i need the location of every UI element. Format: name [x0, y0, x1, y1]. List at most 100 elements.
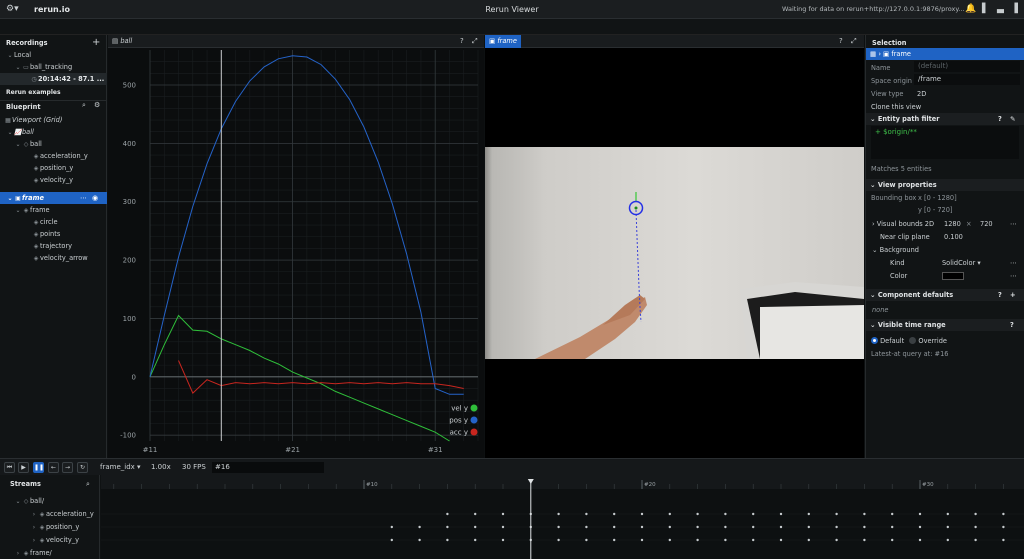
rerun-examples[interactable]: Rerun examples [0, 87, 107, 99]
radio-default-label[interactable]: Default [880, 337, 904, 345]
visible-time-range-header[interactable]: ⌄ Visible time range? [866, 319, 1024, 331]
entity-filter-header[interactable]: ⌄ Entity path filter? ✎ [866, 113, 1024, 125]
more-options-icon[interactable]: ⋯ [1010, 257, 1017, 269]
playback-speed[interactable]: 1.00x [151, 459, 171, 476]
frame-child-label: circle [40, 218, 58, 226]
ball-view-item[interactable]: ⌄ 📈ball [0, 126, 107, 138]
frame-child-item[interactable]: ◈ circle [0, 216, 107, 228]
event-marker [640, 512, 644, 516]
frame-child-item[interactable]: ◈ points [0, 228, 107, 240]
radio-override-label[interactable]: Override [918, 337, 947, 345]
series-line-vel-y [149, 314, 450, 442]
background-row[interactable]: ⌄ Background [866, 244, 1024, 256]
component-defaults-header[interactable]: ⌄ Component defaults? + [866, 289, 1024, 301]
loop-icon[interactable]: ↻ [77, 462, 88, 473]
maximize-icon[interactable]: ⤢ [472, 35, 478, 48]
playback-fps[interactable]: 30 FPS [182, 459, 206, 476]
name-input[interactable]: (default) [914, 61, 1020, 72]
color-swatch[interactable] [942, 272, 964, 280]
ball-child-item[interactable]: ◈ velocity_y [0, 174, 107, 186]
app-item[interactable]: ⌄ ▭ball_tracking [0, 61, 107, 73]
stream-acceleration[interactable]: › ◈ acceleration_y [0, 508, 100, 520]
event-marker [501, 525, 505, 529]
toggle-right-panel-icon[interactable]: ▐ [1009, 4, 1020, 15]
event-marker [724, 538, 727, 542]
step-forward-icon[interactable]: → [62, 462, 73, 473]
viewport-item[interactable]: ▦Viewport (Grid) [0, 114, 107, 126]
event-marker [557, 512, 560, 516]
kind-dropdown[interactable]: SolidColor ▾ [942, 257, 981, 269]
search-icon[interactable]: ⌕ [86, 478, 90, 490]
tab-frame[interactable]: ▣ frame [485, 35, 521, 48]
help-icon[interactable]: ? [839, 35, 843, 48]
visibility-icon[interactable]: ◉ [92, 192, 98, 204]
frame-view-item[interactable]: ⌄ ▣frame [0, 192, 107, 204]
latest-at-query: Latest-at query at: #16 [871, 350, 949, 358]
frame-child-item[interactable]: ◈ trajectory [0, 240, 107, 252]
timeseries-chart[interactable]: -100 0 100 200 300 400 500 #11 #21 #31 vel y pos y a… [108, 48, 484, 458]
notification-icon[interactable]: 🔔 [965, 4, 976, 15]
clone-view-button[interactable]: Clone this view [866, 101, 1024, 113]
step-back-icon[interactable]: ← [48, 462, 59, 473]
visual-bounds-width[interactable]: 1280 [944, 218, 961, 230]
ball-child-item[interactable]: ◈ acceleration_y [0, 150, 107, 162]
help-icon[interactable]: ? [998, 289, 1002, 301]
stream-velocity-label: velocity_y [46, 536, 79, 544]
add-recording-icon[interactable]: + [92, 37, 100, 49]
radio-override[interactable] [909, 337, 917, 344]
maximize-icon[interactable]: ⤢ [851, 35, 857, 48]
bbox-x: x [0 - 1280] [918, 194, 957, 202]
frame-entity-item[interactable]: ⌄ ◈ frame [0, 204, 107, 216]
edit-icon[interactable]: ✎ [1010, 113, 1016, 125]
frame-child-item[interactable]: ◈ velocity_arrow [0, 252, 107, 264]
stream-velocity[interactable]: › ◈ velocity_y [0, 534, 100, 546]
help-icon[interactable]: ? [1010, 319, 1014, 331]
current-frame-input[interactable]: #16 [212, 462, 324, 473]
viewport-label: Viewport (Grid) [12, 116, 63, 124]
tab-ball[interactable]: ▤ ball [108, 35, 136, 48]
timeline-body [101, 489, 1024, 559]
visual-bounds-row[interactable]: › Visual bounds 2D 1280 × 720 ⋯ [866, 218, 1024, 230]
rerun-menu-icon[interactable]: ⚙▾ [6, 4, 24, 15]
add-icon[interactable]: + [1010, 289, 1016, 301]
toggle-left-panel-icon[interactable]: ▌ [980, 4, 991, 15]
event-marker [585, 538, 588, 542]
entity-filter-text[interactable]: + $origin/** [871, 126, 1019, 159]
event-marker [918, 512, 922, 516]
recording-item[interactable]: ◷20:14:42 - 87.1 ... [0, 73, 107, 85]
event-marker [557, 525, 560, 529]
toggle-bottom-panel-icon[interactable]: ▃ [995, 4, 1006, 15]
radio-default[interactable] [871, 337, 878, 344]
timeline-area[interactable]: #10 #20 #30 [101, 475, 1024, 559]
pause-icon[interactable]: ❚❚ [33, 462, 44, 473]
play-from-start-icon[interactable]: ⏮ [4, 462, 15, 473]
stream-position[interactable]: › ◈ position_y [0, 521, 100, 533]
more-options-icon[interactable]: ⋯ [1010, 270, 1017, 282]
blueprint-settings-icon[interactable]: ⚙ [94, 101, 100, 109]
timeseries-view[interactable]: ▤ ball ? ⤢ -100 0 100 200 300 400 500 #11 #21 #31… [108, 35, 484, 458]
ball-child-item[interactable]: ◈ position_y [0, 162, 107, 174]
event-marker [418, 525, 421, 529]
more-options-icon[interactable]: ⋯ [80, 192, 87, 204]
near-clip-value[interactable]: 0.100 [944, 231, 963, 243]
help-icon[interactable]: ? [998, 113, 1002, 125]
more-options-icon[interactable]: ⋯ [1010, 218, 1017, 230]
stream-ball[interactable]: ⌄ ◇ ball/ [0, 495, 100, 507]
visual-bounds-height[interactable]: 720 [980, 218, 993, 230]
search-icon[interactable]: ⌕ [82, 101, 86, 110]
chevron-down-icon: ⌄ [870, 115, 878, 123]
stream-frame[interactable]: › ◈ frame/ [0, 547, 100, 559]
local-group[interactable]: ⌄Local [0, 49, 107, 61]
timeline-selector[interactable]: frame_idx ▾ [100, 459, 141, 476]
event-marker [474, 525, 477, 529]
space-origin-input[interactable]: /frame [914, 74, 1020, 85]
spatial-2d-view[interactable]: ▣ frame ? ⤢ [485, 35, 864, 458]
view-properties-header[interactable]: ⌄ View properties [866, 179, 1024, 191]
event-marker [835, 512, 838, 516]
legend-label: acc y [450, 429, 468, 437]
selected-item[interactable]: ▦ › ▣ frame [866, 48, 1024, 60]
ball-point [634, 206, 638, 210]
play-icon[interactable]: ▶ [18, 462, 29, 473]
help-icon[interactable]: ? [460, 35, 464, 48]
ball-entity-item[interactable]: ⌄ ◇ ball [0, 138, 107, 150]
